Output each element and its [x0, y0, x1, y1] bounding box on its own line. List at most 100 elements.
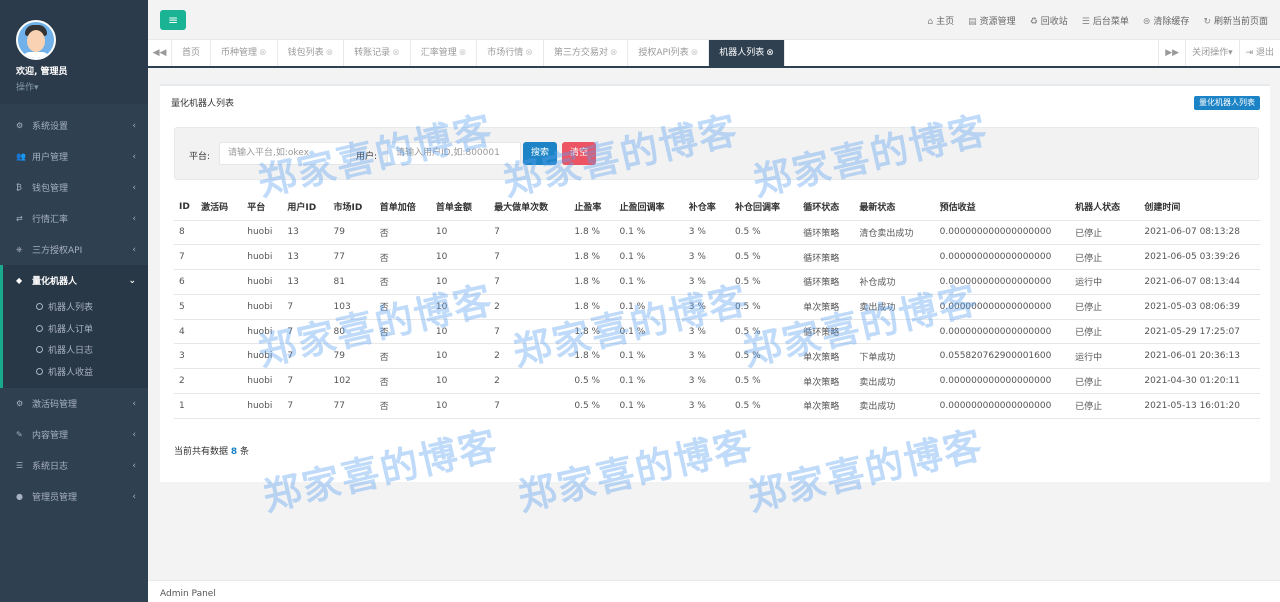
table-cell: huobi — [242, 269, 283, 295]
sidebar-item-wallet-management[interactable]: ₿ 钱包管理 ‹ — [0, 172, 148, 203]
robot-icon: ◆ — [16, 276, 23, 285]
robot-list-button[interactable]: 量化机器人列表 — [1194, 96, 1260, 110]
close-icon[interactable]: ⊗ — [766, 48, 774, 58]
table-cell: 0.1 % — [614, 368, 684, 395]
table-cell: 循环策略 — [798, 244, 855, 271]
tab-rates[interactable]: 汇率管理 ⊗ — [411, 40, 478, 66]
tab-robot-list[interactable]: 机器人列表 ⊗ — [709, 40, 785, 66]
menu-toggle-button[interactable]: ≡ — [160, 10, 186, 30]
close-ops-dropdown[interactable]: 关闭操作▾ — [1185, 40, 1239, 66]
table-cell: 13 — [282, 220, 329, 246]
table-row[interactable]: 7 huobi 13 77 否 10 7 1.8 % 0.1 % 3 % 0.5 % 循环策略 0.00… — [174, 244, 1260, 271]
user-id-input[interactable]: 请输入用户ID,如:800001 — [387, 142, 521, 165]
backend-menu-link[interactable]: ☰ 后台菜单 — [1082, 14, 1129, 27]
avatar[interactable] — [16, 20, 56, 60]
column-header[interactable]: 止盈回调率 — [614, 194, 684, 221]
sidebar-item-system-settings[interactable]: ⚙ 系统设置 ‹ — [0, 110, 148, 141]
column-header[interactable]: 循环状态 — [798, 194, 855, 221]
sidebar-item-content-management[interactable]: ✎ 内容管理 ‹ — [0, 419, 148, 450]
column-header[interactable]: 平台 — [242, 194, 283, 221]
column-header[interactable]: 市场ID — [328, 194, 375, 221]
table-row[interactable]: 6 huobi 13 81 否 10 7 1.8 % 0.1 % 3 % 0.5 % 循环策略 补仓成功… — [174, 269, 1260, 295]
operations-dropdown[interactable]: 操作▾ — [16, 80, 148, 93]
table-cell: huobi — [242, 244, 283, 271]
column-header[interactable]: ID — [174, 194, 197, 221]
close-icon[interactable]: ⊗ — [525, 48, 533, 58]
platform-input[interactable]: 请输入平台,如:okex — [219, 142, 351, 165]
column-header[interactable]: 激活码 — [196, 194, 243, 221]
tab-pairs[interactable]: 第三方交易对 ⊗ — [544, 40, 629, 66]
sidebar-item-system-logs[interactable]: ☰ 系统日志 ‹ — [0, 450, 148, 481]
sidebar-item-label: 量化机器人 — [32, 277, 78, 287]
logout-button[interactable]: ⇥ 退出 — [1238, 40, 1280, 66]
column-header[interactable]: 最新状态 — [854, 194, 935, 221]
table-cell: 81 — [328, 269, 375, 295]
chevron-left-icon: ‹ — [132, 151, 136, 162]
clear-cache-link[interactable]: ⊜ 清除缓存 — [1143, 14, 1190, 27]
close-icon[interactable]: ⊗ — [326, 48, 334, 58]
tabs-prev-button[interactable]: ◀◀ — [148, 40, 172, 66]
table-cell: 单次策略 — [798, 294, 855, 320]
close-icon[interactable]: ⊗ — [691, 48, 699, 58]
sidebar-subitem-robot-orders[interactable]: 机器人订单 — [3, 318, 148, 340]
tabs-next-button[interactable]: ▶▶ — [1158, 40, 1185, 66]
column-header[interactable]: 机器人状态 — [1070, 194, 1140, 221]
table-header-row: ID 激活码 平台 用户ID 市场ID 首单加倍 首单金额 最大做单次数 止盈率 止盈回调率 补仓率… — [174, 194, 1260, 221]
table-row[interactable]: 1 huobi 7 77 否 10 7 0.5 % 0.1 % 3 % 0.5 % 单次策略 卖出成功 0… — [174, 393, 1260, 419]
table-cell: 2 — [174, 368, 197, 395]
robot-table: ID 激活码 平台 用户ID 市场ID 首单加倍 首单金额 最大做单次数 止盈率 止盈回调率 补仓率… — [174, 194, 1260, 419]
column-header[interactable]: 首单金额 — [430, 194, 490, 221]
refresh-page-link[interactable]: ↻ 刷新当前页面 — [1203, 14, 1268, 27]
sidebar-item-third-party-api[interactable]: ⎈ 三方授权API ‹ — [0, 234, 148, 265]
resources-link[interactable]: ▤ 资源管理 — [968, 14, 1016, 27]
tab-transfers[interactable]: 转账记录 ⊗ — [344, 40, 411, 66]
sidebar-item-admin-management[interactable]: ● 管理员管理 ‹ — [0, 481, 148, 512]
tab-currency[interactable]: 币种管理 ⊗ — [211, 40, 278, 66]
table-cell: 单次策略 — [798, 368, 855, 395]
sidebar-subitem-robot-list[interactable]: 机器人列表 — [3, 296, 148, 318]
table-row[interactable]: 5 huobi 7 103 否 10 2 1.8 % 0.1 % 3 % 0.5 % 单次策略 卖出成功… — [174, 294, 1260, 320]
clear-button[interactable]: 清空 — [562, 142, 597, 165]
table-cell: 0.5 % — [729, 244, 799, 271]
table-row[interactable]: 2 huobi 7 102 否 10 2 0.5 % 0.1 % 3 % 0.5 % 单次策略 卖出成功… — [174, 368, 1260, 395]
tab-wallets[interactable]: 钱包列表 ⊗ — [278, 40, 345, 66]
column-header[interactable]: 用户ID — [282, 194, 329, 221]
column-header[interactable]: 补仓回调率 — [729, 194, 799, 221]
close-icon[interactable]: ⊗ — [392, 48, 400, 58]
table-row[interactable]: 3 huobi 7 79 否 10 2 1.8 % 0.1 % 3 % 0.5 % 单次策略 下单成功 0… — [174, 343, 1260, 370]
table-row[interactable]: 4 huobi 7 80 否 10 7 1.8 % 0.1 % 3 % 0.5 % 循环策略 0.000… — [174, 319, 1260, 345]
column-header[interactable]: 补仓率 — [683, 194, 730, 221]
sidebar-subitem-robot-earnings[interactable]: 机器人收益 — [3, 361, 148, 383]
column-header[interactable]: 止盈率 — [569, 194, 615, 221]
sidebar-item-market-rates[interactable]: ⇄ 行情汇率 ‹ — [0, 203, 148, 234]
column-header[interactable]: 创建时间 — [1139, 194, 1260, 221]
table-cell: 2021-04-30 01:20:11 — [1139, 368, 1260, 395]
column-header[interactable]: 首单加倍 — [374, 194, 431, 221]
table-cell: 0.000000000000000000 — [934, 393, 1071, 419]
tab-home[interactable]: 首页 — [172, 40, 212, 66]
close-icon[interactable]: ⊗ — [259, 48, 267, 58]
table-cell: 3 % — [683, 244, 730, 271]
sidebar-item-activation-codes[interactable]: ⚙ 激活码管理 ‹ — [0, 388, 148, 419]
list-icon: ☰ — [1081, 17, 1090, 27]
tab-api-list[interactable]: 授权API列表 ⊗ — [628, 40, 710, 66]
table-cell: 3 % — [683, 368, 730, 395]
table-cell: 循环策略 — [798, 220, 855, 246]
tab-market[interactable]: 市场行情 ⊗ — [477, 40, 544, 66]
column-header[interactable]: 最大做单次数 — [489, 194, 570, 221]
search-button[interactable]: 搜索 — [523, 142, 558, 165]
home-link[interactable]: ⌂ 主页 — [927, 14, 954, 27]
sidebar-subitem-robot-logs[interactable]: 机器人日志 — [3, 339, 148, 361]
footer: Admin Panel — [148, 580, 1280, 602]
sidebar-item-user-management[interactable]: 👥 用户管理 ‹ — [0, 141, 148, 172]
close-icon[interactable]: ⊗ — [459, 48, 467, 58]
column-header[interactable]: 预估收益 — [934, 194, 1071, 221]
recycle-bin-link[interactable]: ♻ 回收站 — [1030, 14, 1068, 27]
table-row[interactable]: 8 huobi 13 79 否 10 7 1.8 % 0.1 % 3 % 0.5 % 循环策略 清仓卖出… — [174, 220, 1260, 246]
close-icon[interactable]: ⊗ — [610, 48, 618, 58]
table-cell: 循环策略 — [798, 269, 855, 295]
table-cell: 单次策略 — [798, 343, 855, 370]
table-cell: 3 % — [683, 269, 730, 295]
table-cell — [196, 220, 243, 246]
sidebar-item-quant-robot[interactable]: ◆ 量化机器人 ⌄ 机器人列表 机器人订单 机器人日志 机器人收益 — [0, 265, 148, 388]
